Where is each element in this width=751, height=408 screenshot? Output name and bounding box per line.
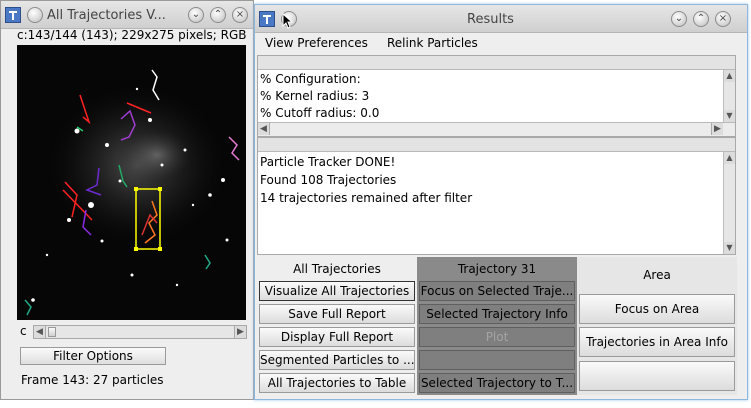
display-full-report-button[interactable]: Display Full Report: [259, 327, 415, 347]
log-pane[interactable]: Particle Tracker DONE! Found 108 Traject…: [257, 137, 736, 255]
scroll-right-icon[interactable]: ▶: [711, 123, 723, 135]
slice-label: c: [20, 324, 27, 338]
scroll-down-icon[interactable]: ▼: [724, 110, 735, 122]
maximize-icon[interactable]: ⌃: [693, 11, 709, 27]
scroll-up-icon[interactable]: ▲: [724, 152, 735, 164]
log-vertical-scrollbar[interactable]: ▲ ▼: [723, 152, 735, 254]
close-icon[interactable]: ×: [715, 11, 731, 27]
all-trajectories-header: All Trajectories: [293, 262, 381, 276]
minimize-icon[interactable]: ⌄: [671, 11, 687, 27]
config-vertical-scrollbar[interactable]: ▲ ▼: [723, 70, 735, 122]
configuration-pane[interactable]: % Configuration: % Kernel radius: 3 % Cu…: [257, 55, 736, 137]
config-line: % Configuration:: [260, 72, 361, 86]
image-window-title: All Trajectories V...: [47, 8, 166, 23]
area-panel: Area Focus on Area Trajectories in Area …: [577, 257, 737, 395]
visualize-all-trajectories-button[interactable]: Visualize All Trajectories: [259, 281, 415, 301]
menu-bar: View Preferences Relink Particles: [255, 33, 747, 55]
scroll-down-icon[interactable]: ▼: [724, 242, 735, 254]
trajectories-in-area-info-button[interactable]: Trajectories in Area Info: [579, 327, 735, 357]
menu-relink-particles[interactable]: Relink Particles: [387, 36, 478, 50]
trajectory-image: [17, 45, 246, 320]
mouse-cursor-icon: [282, 13, 294, 29]
scroll-right-icon[interactable]: ▶: [234, 326, 246, 338]
all-trajectories-to-table-button[interactable]: All Trajectories to Table: [259, 373, 415, 393]
scroll-left-icon[interactable]: ◀: [34, 326, 46, 338]
imagej-app-icon: [5, 7, 21, 23]
results-window-titlebar[interactable]: Results ⌄ ⌃ ×: [255, 5, 747, 33]
configuration-pane-header: [258, 56, 735, 70]
all-trajectories-panel: All Trajectories Visualize All Trajector…: [257, 257, 417, 395]
log-pane-header: [258, 138, 735, 152]
trajectory-image-canvas[interactable]: [17, 45, 246, 320]
minimize-icon[interactable]: ⌄: [188, 7, 204, 23]
slice-scroll-thumb[interactable]: [48, 327, 56, 337]
log-line: Found 108 Trajectories: [260, 173, 397, 187]
frame-status: Frame 143: 27 particles: [21, 373, 164, 387]
selected-trajectory-to-table-button[interactable]: Selected Trajectory to T...: [419, 373, 575, 393]
empty-area-button[interactable]: [579, 361, 735, 391]
results-window: Results ⌄ ⌃ × View Preferences Relink Pa…: [254, 4, 748, 400]
maximize-icon[interactable]: ⌃: [210, 7, 226, 23]
menu-view-preferences[interactable]: View Preferences: [265, 36, 368, 50]
image-info: c:143/144 (143); 229x275 pixels; RGB: [17, 28, 247, 42]
log-line: 14 trajectories remained after filter: [260, 191, 473, 205]
image-window: All Trajectories V... ⌄ ⌃ × c:143/144 (1…: [0, 0, 254, 400]
slice-scrollbar[interactable]: ◀ ▶: [33, 325, 247, 339]
image-window-titlebar[interactable]: All Trajectories V... ⌄ ⌃ ×: [1, 1, 253, 29]
config-line: % Kernel radius: 3: [260, 89, 370, 103]
config-line: % Cutoff radius: 0.0: [260, 106, 380, 120]
window-menu-icon[interactable]: [27, 7, 43, 23]
config-horizontal-scrollbar[interactable]: ◀ ▶: [258, 122, 735, 136]
log-line: Particle Tracker DONE!: [260, 155, 396, 169]
empty-trajectory-button[interactable]: [419, 350, 575, 370]
imagej-app-icon: [259, 11, 275, 27]
save-full-report-button[interactable]: Save Full Report: [259, 304, 415, 324]
scroll-left-icon[interactable]: ◀: [258, 123, 270, 135]
results-window-title: Results: [467, 12, 514, 27]
slice-slider-row: c ◀ ▶: [17, 324, 247, 340]
plot-button[interactable]: Plot: [419, 327, 575, 347]
scroll-up-icon[interactable]: ▲: [724, 70, 735, 82]
trajectory-header: Trajectory 31: [457, 262, 537, 276]
close-icon[interactable]: ×: [232, 7, 248, 23]
area-header: Area: [643, 268, 671, 282]
filter-options-button[interactable]: Filter Options: [20, 347, 166, 365]
focus-on-area-button[interactable]: Focus on Area: [579, 294, 735, 324]
selected-trajectory-info-button[interactable]: Selected Trajectory Info: [419, 304, 575, 324]
focus-on-selected-trajectory-button[interactable]: Focus on Selected Traje...: [419, 281, 575, 301]
trajectory-panel: Trajectory 31 Focus on Selected Traje...…: [417, 257, 577, 395]
segmented-particles-button[interactable]: Segmented Particles to ...: [259, 350, 415, 370]
